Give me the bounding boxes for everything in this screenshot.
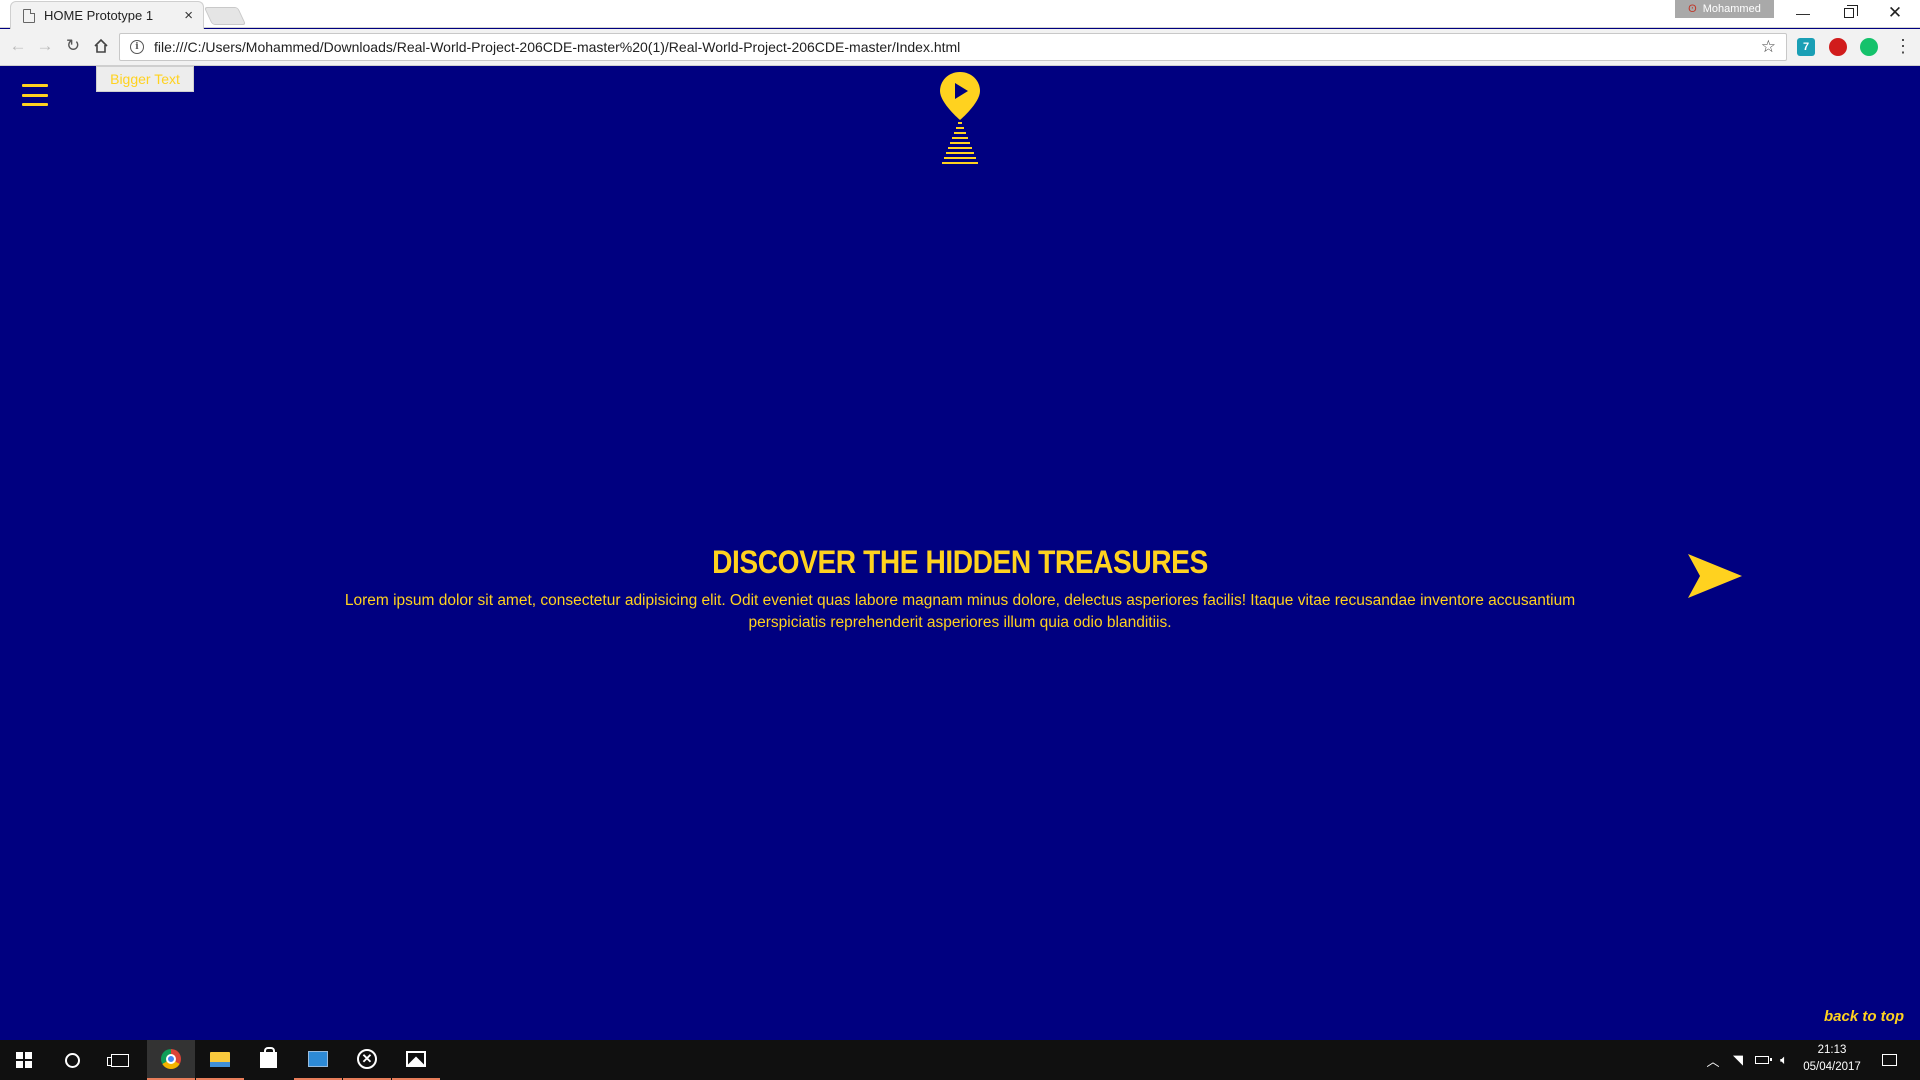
home-button[interactable] [89,34,113,58]
profile-name: Mohammed [1702,3,1761,15]
minimize-button[interactable]: — [1780,0,1826,26]
location-pin-logo[interactable] [938,70,982,172]
show-hidden-icons-button[interactable]: ︿ [1704,1040,1722,1080]
url-text[interactable]: file:///C:/Users/Mohammed/Downloads/Real… [154,39,1761,55]
cortana-search-button[interactable] [48,1040,96,1080]
xbox-icon: ✕ [357,1049,377,1069]
profile-button[interactable]: ʘ Mohammed [1675,0,1774,18]
profile-icon: ʘ [1688,3,1697,15]
hero-body: Lorem ipsum dolor sit amet, consectetur … [344,592,1576,631]
system-clock[interactable]: 21:13 05/04/2017 [1796,1042,1868,1078]
action-center-button[interactable] [1876,1040,1902,1080]
clock-date: 05/04/2017 [1803,1061,1861,1073]
next-arrow-icon[interactable] [1686,552,1744,600]
clock-time: 21:13 [1817,1044,1847,1056]
taskbar-xbox[interactable]: ✕ [343,1040,391,1080]
forward-button[interactable]: → [33,34,57,58]
app-window-icon [308,1051,328,1067]
restore-button[interactable] [1826,0,1872,26]
network-icon[interactable]: ◥ [1728,1040,1748,1080]
address-bar[interactable]: i file:///C:/Users/Mohammed/Downloads/Re… [119,33,1787,61]
windows-logo-icon [16,1052,32,1068]
hero-title: DISCOVER THE HIDDEN TREASURES [712,544,1208,580]
page-icon [23,8,35,23]
browser-tab[interactable]: HOME Prototype 1 × [10,1,204,29]
grammarly-extension-icon[interactable] [1860,38,1878,56]
back-button[interactable]: ← [6,34,30,58]
restore-icon [1844,5,1858,18]
task-view-icon [107,1053,129,1067]
hamburger-menu-icon[interactable] [22,84,48,106]
taskbar-app[interactable] [294,1040,342,1080]
photos-icon [406,1051,426,1067]
taskbar-file-explorer[interactable] [196,1040,244,1080]
folder-icon [210,1051,230,1067]
extension-badge: 7 [1802,41,1810,53]
task-view-button[interactable] [96,1040,144,1080]
store-icon [259,1047,277,1068]
taskbar-chrome[interactable] [147,1040,195,1080]
browser-menu-icon[interactable]: ⋮ [1894,37,1912,55]
back-to-top-link[interactable]: back to top [1800,1008,1904,1025]
info-icon[interactable]: i [130,40,144,54]
bigger-text-button[interactable]: Bigger Text [96,66,194,92]
cortana-icon [64,1052,80,1068]
bookmark-star-icon[interactable]: ☆ [1761,37,1776,57]
windows-taskbar: ✕ ︿ ◥ 🔈︎ 21:13 05/04/2017 [0,1040,1920,1080]
web-page: Bigger Text DISCOVER THE HIDDEN TREASURE… [0,66,1920,1040]
taskbar-store[interactable] [244,1040,292,1080]
opera-extension-icon[interactable] [1829,38,1847,56]
extension-icon[interactable]: 7 [1797,38,1815,56]
volume-icon[interactable]: 🔈︎ [1774,1040,1794,1080]
browser-toolbar: ← → ↻ i file:///C:/Users/Mohammed/Downlo… [0,29,1920,66]
close-window-button[interactable]: ✕ [1872,0,1918,26]
chrome-icon [161,1049,181,1069]
home-icon [94,38,108,53]
start-button[interactable] [0,1040,48,1080]
taskbar-photos[interactable] [392,1040,440,1080]
tab-title: HOME Prototype 1 [44,8,154,23]
battery-icon[interactable] [1752,1040,1772,1080]
browser-titlebar: HOME Prototype 1 × ʘ Mohammed — ✕ [0,0,1920,29]
reload-button[interactable]: ↻ [61,34,85,58]
new-tab-button[interactable] [203,7,247,25]
notification-icon [1881,1054,1897,1066]
tab-close-icon[interactable]: × [184,8,193,23]
